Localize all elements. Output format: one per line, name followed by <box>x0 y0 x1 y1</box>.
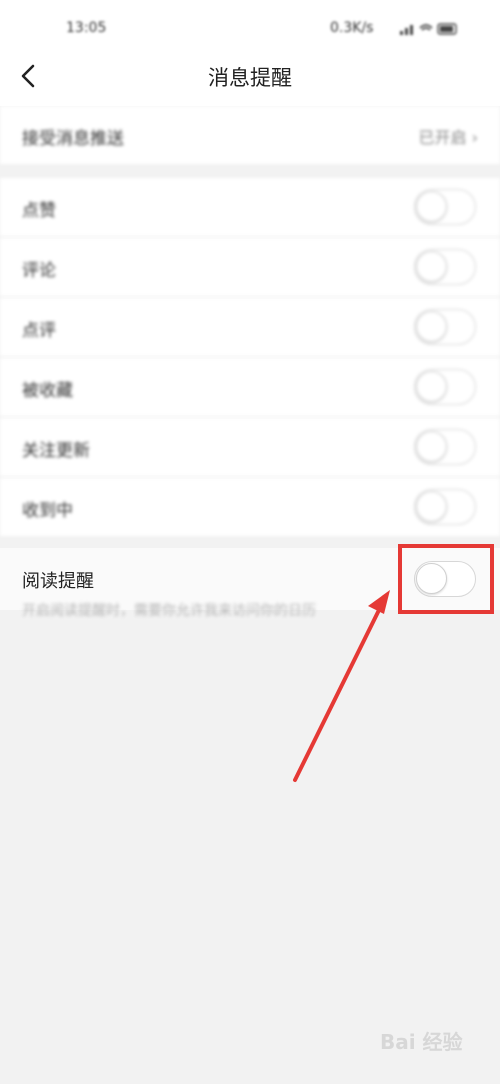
watermark: Bai 经验 <box>380 1030 463 1054</box>
arrow-icon <box>293 606 382 782</box>
highlight-box <box>398 544 494 614</box>
annotation-overlay <box>293 544 494 782</box>
arrow-head-icon <box>368 590 390 614</box>
